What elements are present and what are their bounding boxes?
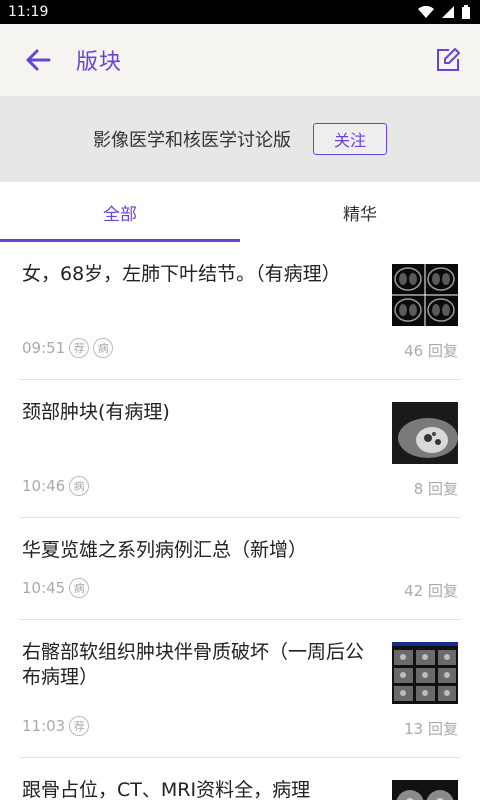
post-title: 女，68岁，左肺下叶结节。（有病理） [22,263,341,285]
edit-icon [437,48,460,71]
app-bar: 版块 [0,24,480,96]
compose-button[interactable] [416,24,480,96]
reply-count: 46 回复 [404,342,458,360]
post-meta: 11:03 荐 [22,716,90,736]
recommended-badge: 荐 [69,716,90,736]
status-bar: 11:19 [0,0,480,24]
pathology-badge: 病 [93,338,114,358]
tab-featured[interactable]: 精华 [240,182,480,242]
forum-banner: 影像医学和核医学讨论版 关注 [0,96,480,182]
status-icons [418,5,470,19]
post-time: 10:46 [22,477,66,495]
back-button[interactable] [0,24,76,96]
post-title: 右髂部软组织肿块伴骨质破坏（一周后公布病理） [22,641,365,688]
post-meta: 10:45 病 [22,578,90,598]
pathology-badge: 病 [69,476,90,496]
signal-icon [442,6,454,18]
battery-icon [462,5,470,19]
post-title: 跟骨占位，CT、MRI资料全，病理 [22,779,311,800]
reply-count: 42 回复 [404,582,458,600]
pathology-badge: 病 [69,578,90,598]
post-thumbnail [392,642,458,704]
tab-all[interactable]: 全部 [0,182,240,242]
post-thumbnail [392,402,458,464]
post-item[interactable]: 华夏览雄之系列病例汇总（新增） 10:45 病 42 回复 [20,518,460,620]
post-meta: 09:51 荐 病 [22,338,114,358]
wifi-icon [418,6,434,18]
post-item[interactable]: 右髂部软组织肿块伴骨质破坏（一周后公布病理） 11:03 荐 13 回复 [20,620,460,758]
post-item[interactable]: 跟骨占位，CT、MRI资料全，病理 [20,758,460,800]
post-thumbnail [392,264,458,326]
post-list: 女，68岁，左肺下叶结节。（有病理） 09:51 荐 病 46 回复 颈部肿块(… [0,242,480,800]
post-title: 华夏览雄之系列病例汇总（新增） [22,539,308,561]
recommended-badge: 荐 [69,338,90,358]
reply-count: 8 回复 [413,480,458,498]
post-time: 11:03 [22,717,66,735]
tab-bar: 全部 精华 [0,182,480,242]
post-time: 10:45 [22,579,66,597]
page-title: 版块 [76,50,123,75]
follow-button[interactable]: 关注 [313,123,387,155]
status-time: 11:19 [8,4,49,20]
post-thumbnail [392,780,458,800]
post-item[interactable]: 女，68岁，左肺下叶结节。（有病理） 09:51 荐 病 46 回复 [20,242,460,380]
arrow-left-icon [26,49,51,71]
post-time: 09:51 [22,339,66,357]
post-item[interactable]: 颈部肿块(有病理) 10:46 病 8 回复 [20,380,460,518]
post-meta: 10:46 病 [22,476,90,496]
reply-count: 13 回复 [404,720,458,738]
forum-name: 影像医学和核医学讨论版 [93,130,291,151]
post-title: 颈部肿块(有病理) [22,401,170,423]
